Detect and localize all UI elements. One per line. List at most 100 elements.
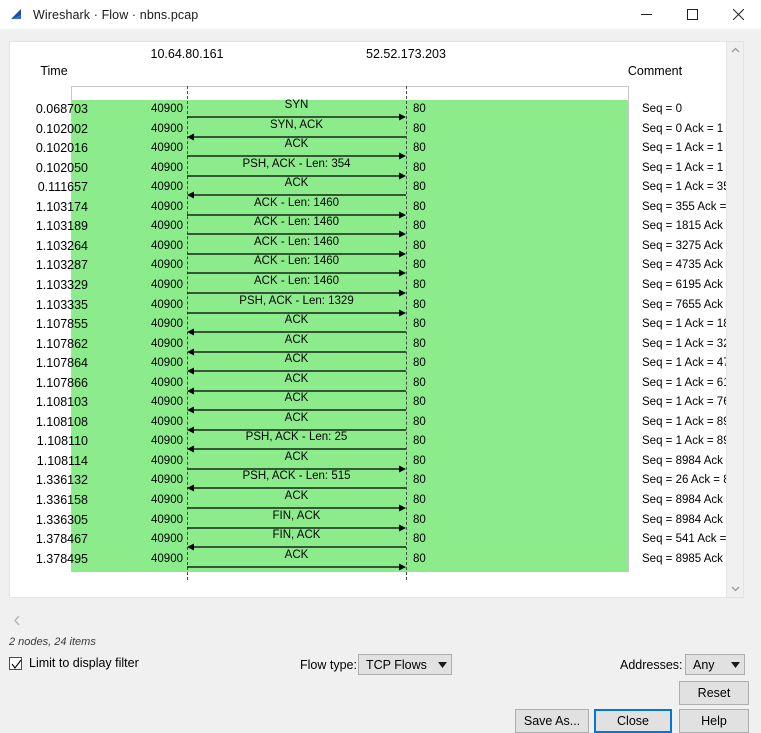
table-row[interactable]: 0.068703 40900 80 SYN Seq = 0 <box>10 99 743 121</box>
window-controls <box>623 0 761 29</box>
row-dest-port: 80 <box>413 494 426 506</box>
table-row[interactable]: 0.111657 40900 80 ACK Seq = 1 Ack = 355 <box>10 177 743 199</box>
row-source-port: 40900 <box>151 103 183 115</box>
row-message-label: ACK <box>284 490 309 502</box>
row-source-port: 40900 <box>151 513 183 526</box>
row-dest-port: 80 <box>413 415 426 428</box>
row-source-port: 40900 <box>151 122 183 135</box>
table-row[interactable]: 1.108110 40900 80 PSH, ACK - Len: 25 Seq = 1… <box>10 431 743 453</box>
addresses-label: Addresses: <box>620 658 683 672</box>
close-dialog-button[interactable]: Close <box>594 709 672 733</box>
row-message-label: FIN, ACK <box>272 529 321 542</box>
table-row[interactable]: 1.378467 40900 80 FIN, ACK Seq = 541 Ack = 8… <box>10 529 743 551</box>
comment-column-header: Comment <box>627 64 683 78</box>
table-row[interactable]: 1.103287 40900 80 ACK - Len: 1460 Seq = 4735… <box>10 255 743 277</box>
row-message-label: SYN <box>284 99 309 111</box>
row-message-label: ACK <box>284 138 309 151</box>
table-row[interactable]: 1.107864 40900 80 ACK Seq = 1 Ack = 4735 <box>10 353 743 375</box>
flow-type-label: Flow type: <box>300 658 357 672</box>
row-dest-port: 80 <box>413 435 426 448</box>
row-dest-port: 80 <box>413 454 426 467</box>
addresses-select[interactable]: Any <box>685 654 745 675</box>
table-row[interactable]: 1.108114 40900 80 ACK Seq = 8984 Ack = 26 <box>10 450 743 473</box>
row-message-label: ACK - Len: 1460 <box>253 255 340 268</box>
checkbox-box[interactable] <box>9 656 22 670</box>
row-source-port: 40900 <box>151 161 183 174</box>
minimize-button[interactable] <box>623 0 669 29</box>
row-time: 1.336132 <box>35 473 88 488</box>
table-row[interactable]: 1.107855 40900 80 ACK Seq = 1 Ack = 1815 <box>10 314 743 336</box>
node-address-1: 52.52.173.203 <box>366 47 446 61</box>
row-message-label: FIN, ACK <box>272 509 321 522</box>
row-message-label: PSH, ACK - Len: 1329 <box>239 294 354 307</box>
row-message-label: ACK - Len: 1460 <box>253 235 340 248</box>
row-message-label: ACK <box>284 353 309 366</box>
table-row[interactable]: 1.336158 40900 80 ACK Seq = 8984 Ack = 541 <box>10 490 743 512</box>
row-source-port: 40900 <box>151 415 183 428</box>
row-source-port: 40900 <box>151 318 183 331</box>
row-message-label: ACK <box>284 411 309 424</box>
row-message-label: SYN, ACK <box>269 118 324 131</box>
row-time: 1.378495 <box>35 551 88 566</box>
flow-type-select[interactable]: TCP Flows <box>358 654 452 675</box>
table-row[interactable]: 1.108108 40900 80 ACK Seq = 1 Ack = 8984 <box>10 411 743 434</box>
row-source-port: 40900 <box>151 259 183 272</box>
row-source-port: 40900 <box>151 278 183 291</box>
table-row[interactable]: 1.103264 40900 80 ACK - Len: 1460 Seq = 3275… <box>10 235 743 258</box>
row-dest-port: 80 <box>413 103 426 115</box>
maximize-button[interactable] <box>669 0 715 29</box>
scroll-up-icon[interactable] <box>727 42 743 59</box>
row-source-port: 40900 <box>151 435 183 448</box>
row-time: 1.108108 <box>35 414 88 429</box>
save-as-button[interactable]: Save As... <box>515 709 589 733</box>
dialog-body: Time Comment 10.64.80.161 52.52.173.203 0… <box>0 29 761 733</box>
row-dest-port: 80 <box>413 161 426 174</box>
row-dest-port: 80 <box>413 278 426 291</box>
row-source-port: 40900 <box>151 533 183 546</box>
table-row[interactable]: 1.103189 40900 80 ACK - Len: 1460 Seq = 1815… <box>10 216 743 238</box>
help-button[interactable]: Help <box>679 709 749 733</box>
row-source-port: 40900 <box>151 474 183 487</box>
row-dest-port: 80 <box>413 259 426 272</box>
row-time: 1.103287 <box>35 258 88 273</box>
table-row[interactable]: 1.336132 40900 80 PSH, ACK - Len: 515 Seq = … <box>10 470 743 492</box>
flow-graph-canvas[interactable]: Time Comment 10.64.80.161 52.52.173.203 0… <box>9 41 744 598</box>
row-source-port: 40900 <box>151 396 183 409</box>
row-time: 0.068703 <box>35 102 88 116</box>
row-dest-port: 80 <box>413 181 426 194</box>
table-row[interactable]: 1.108103 40900 80 ACK Seq = 1 Ack = 7655 <box>10 392 743 414</box>
table-row[interactable]: 1.378495 40900 80 ACK Seq = 8985 Ack = 542 <box>10 549 743 571</box>
scroll-left-icon[interactable] <box>12 614 23 629</box>
table-row[interactable]: 1.336305 40900 80 FIN, ACK Seq = 8984 Ack = … <box>10 509 743 532</box>
table-row[interactable]: 1.103174 40900 80 ACK - Len: 1460 Seq = 355 … <box>10 197 743 219</box>
table-row[interactable]: 1.107866 40900 80 ACK Seq = 1 Ack = 6195 <box>10 372 743 395</box>
row-message-label: ACK <box>284 372 309 385</box>
row-source-port: 40900 <box>151 181 183 194</box>
row-source-port: 40900 <box>151 494 183 506</box>
chevron-down-icon <box>433 661 451 668</box>
table-row[interactable]: 0.102050 40900 80 PSH, ACK - Len: 354 Seq = … <box>10 157 743 180</box>
row-time: 1.108103 <box>35 395 88 410</box>
table-row[interactable]: 1.103329 40900 80 ACK - Len: 1460 Seq = 6195… <box>10 275 743 297</box>
node-address-0: 10.64.80.161 <box>150 47 224 61</box>
close-button[interactable] <box>715 0 761 29</box>
row-time: 1.336305 <box>35 512 88 527</box>
row-message-label: ACK <box>284 314 309 327</box>
table-row[interactable]: 0.102002 40900 80 SYN, ACK Seq = 0 Ack = 1 <box>10 118 743 141</box>
reset-button[interactable]: Reset <box>679 681 749 705</box>
row-dest-port: 80 <box>413 122 426 135</box>
row-dest-port: 80 <box>413 357 426 370</box>
limit-to-display-filter-label: Limit to display filter <box>29 656 139 670</box>
vertical-scrollbar[interactable] <box>726 42 743 597</box>
table-row[interactable]: 1.103335 40900 80 PSH, ACK - Len: 1329 Seq =… <box>10 294 743 316</box>
limit-to-display-filter-checkbox[interactable]: Limit to display filter <box>9 656 139 670</box>
row-message-label: ACK <box>284 450 309 463</box>
row-source-port: 40900 <box>151 142 183 155</box>
table-row[interactable]: 1.107862 40900 80 ACK Seq = 1 Ack = 3275 <box>10 334 743 356</box>
row-time: 1.103329 <box>35 277 88 292</box>
row-message-label: PSH, ACK - Len: 354 <box>242 157 351 170</box>
table-row[interactable]: 0.102016 40900 80 ACK Seq = 1 Ack = 1 <box>10 138 743 160</box>
scroll-down-icon[interactable] <box>727 580 743 597</box>
row-source-port: 40900 <box>151 298 183 311</box>
row-time: 0.102016 <box>35 141 88 156</box>
